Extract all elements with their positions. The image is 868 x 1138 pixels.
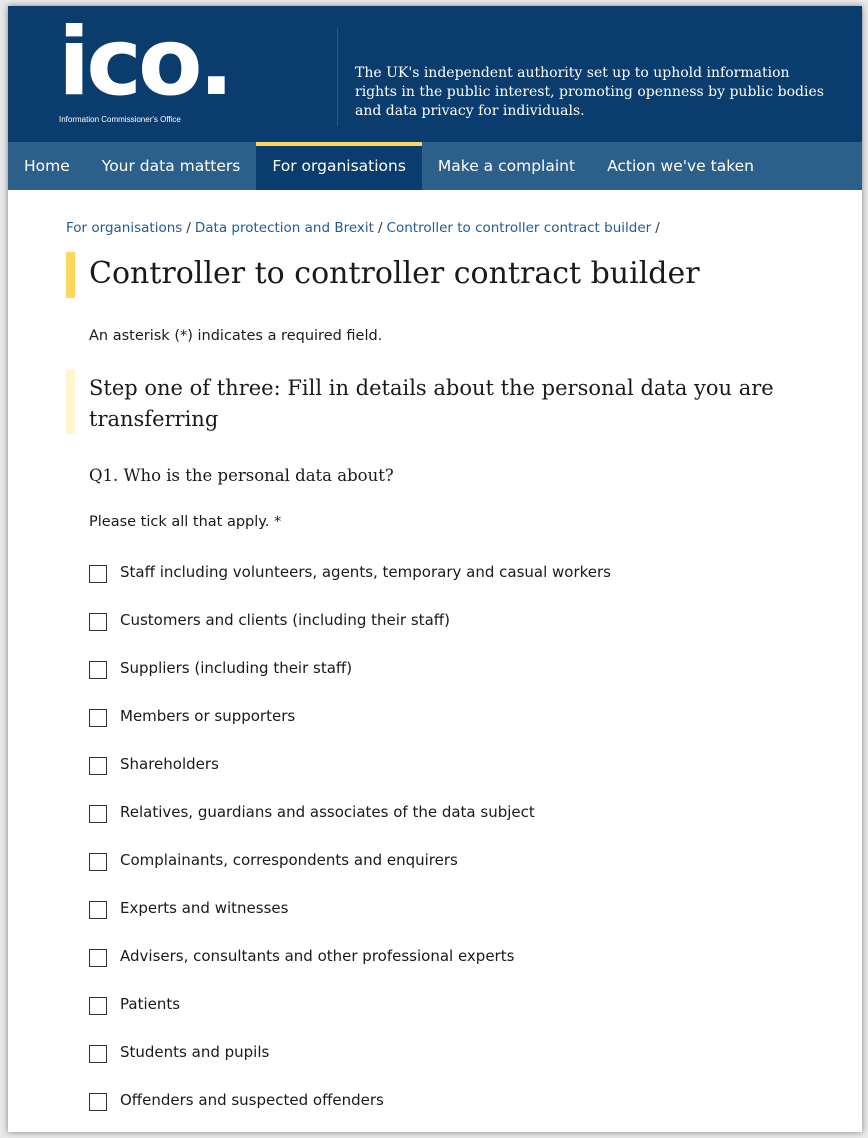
breadcrumb: For organisations / Data protection and Br… xyxy=(66,220,664,236)
logo-subtitle: Information Commissioner's Office xyxy=(59,115,181,124)
main-navigation: Home Your data matters For organisations… xyxy=(8,142,862,190)
header-tagline: The UK's independent authority set up to… xyxy=(355,65,824,119)
option-label[interactable]: Experts and witnesses xyxy=(120,895,288,921)
option-label[interactable]: Offenders and suspected offenders xyxy=(120,1087,384,1113)
option-label[interactable]: Staff including volunteers, agents, temp… xyxy=(120,559,611,585)
option-suppliers[interactable]: Suppliers (including their staff) xyxy=(89,655,611,703)
nav-item-home[interactable]: Home xyxy=(8,142,86,190)
option-shareholders[interactable]: Shareholders xyxy=(89,751,611,799)
breadcrumb-link-for-organisations[interactable]: For organisations xyxy=(66,220,182,236)
step-accent-bar xyxy=(66,370,75,434)
option-label[interactable]: Relatives, guardians and associates of t… xyxy=(120,799,535,825)
option-label[interactable]: Shareholders xyxy=(120,751,219,777)
question-instruction: Please tick all that apply. * xyxy=(89,514,282,530)
option-members[interactable]: Members or supporters xyxy=(89,703,611,751)
required-field-note: An asterisk (*) indicates a required fie… xyxy=(89,328,383,344)
browser-page: ico. Information Commissioner's Office T… xyxy=(8,6,862,1132)
checkbox[interactable] xyxy=(89,901,107,919)
option-complainants[interactable]: Complainants, correspondents and enquire… xyxy=(89,847,611,895)
step-heading: Step one of three: Fill in details about… xyxy=(89,376,774,431)
option-experts[interactable]: Experts and witnesses xyxy=(89,895,611,943)
checkbox[interactable] xyxy=(89,1045,107,1063)
option-label[interactable]: Members or supporters xyxy=(120,703,295,729)
option-label[interactable]: Students and pupils xyxy=(120,1039,269,1065)
ico-logo[interactable]: ico. Information Commissioner's Office xyxy=(8,6,336,142)
option-relatives[interactable]: Relatives, guardians and associates of t… xyxy=(89,799,611,847)
option-patients[interactable]: Patients xyxy=(89,991,611,1039)
checkbox[interactable] xyxy=(89,613,107,631)
nav-item-for-organisations[interactable]: For organisations xyxy=(256,142,422,190)
page-title: Controller to controller contract builde… xyxy=(89,256,700,291)
option-label[interactable]: Patients xyxy=(120,991,180,1017)
checkbox[interactable] xyxy=(89,1093,107,1111)
nav-item-make-a-complaint[interactable]: Make a complaint xyxy=(422,142,591,190)
breadcrumb-separator: / xyxy=(655,220,660,236)
breadcrumb-separator: / xyxy=(377,220,383,236)
checkbox[interactable] xyxy=(89,709,107,727)
data-subject-options: Staff including volunteers, agents, temp… xyxy=(89,559,611,1132)
checkbox[interactable] xyxy=(89,949,107,967)
checkbox[interactable] xyxy=(89,661,107,679)
logo-wordmark: ico. xyxy=(58,8,234,117)
breadcrumb-separator: / xyxy=(186,220,191,236)
option-customers[interactable]: Customers and clients (including their s… xyxy=(89,607,611,655)
title-accent-bar xyxy=(66,252,75,298)
option-staff[interactable]: Staff including volunteers, agents, temp… xyxy=(89,559,611,607)
checkbox[interactable] xyxy=(89,853,107,871)
question-heading: Q1. Who is the personal data about? xyxy=(89,466,394,485)
breadcrumb-link-data-protection-brexit[interactable]: Data protection and Brexit xyxy=(195,220,374,236)
option-offenders[interactable]: Offenders and suspected offenders xyxy=(89,1087,611,1132)
option-students[interactable]: Students and pupils xyxy=(89,1039,611,1087)
header-divider xyxy=(337,28,338,126)
checkbox[interactable] xyxy=(89,805,107,823)
breadcrumb-link-contract-builder[interactable]: Controller to controller contract builde… xyxy=(387,220,652,236)
option-label[interactable]: Advisers, consultants and other professi… xyxy=(120,943,514,969)
checkbox[interactable] xyxy=(89,757,107,775)
checkbox[interactable] xyxy=(89,997,107,1015)
option-label[interactable]: Complainants, correspondents and enquire… xyxy=(120,847,458,873)
site-header: ico. Information Commissioner's Office T… xyxy=(8,6,862,142)
option-label[interactable]: Suppliers (including their staff) xyxy=(120,655,352,681)
nav-item-action-taken[interactable]: Action we've taken xyxy=(591,142,770,190)
checkbox[interactable] xyxy=(89,565,107,583)
option-advisers[interactable]: Advisers, consultants and other professi… xyxy=(89,943,611,991)
nav-item-your-data-matters[interactable]: Your data matters xyxy=(86,142,257,190)
option-label[interactable]: Customers and clients (including their s… xyxy=(120,607,450,633)
